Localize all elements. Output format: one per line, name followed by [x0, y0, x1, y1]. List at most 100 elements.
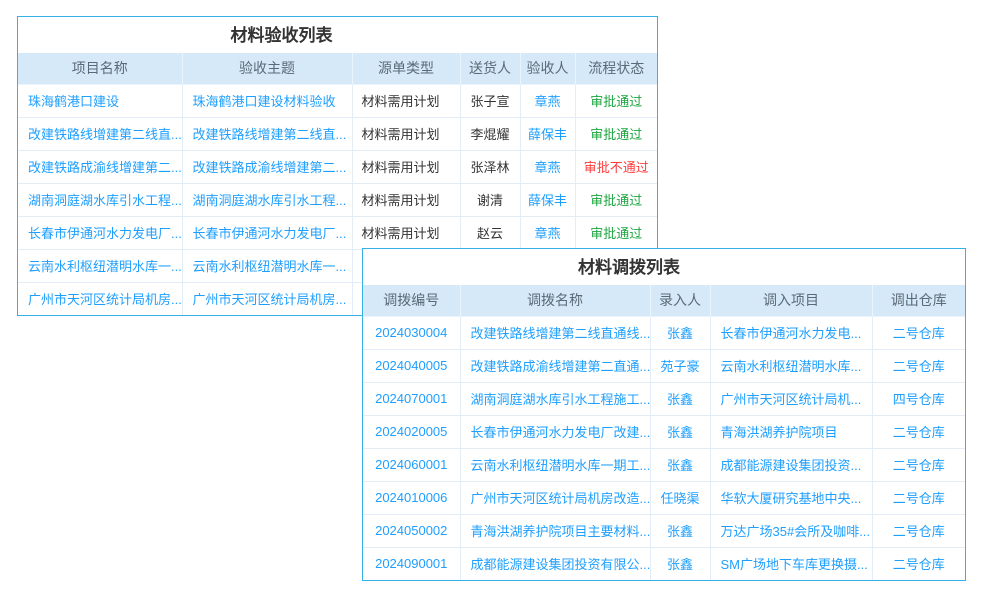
cell-source-order-type: 材料需用计划	[352, 117, 460, 150]
cell-transfer-number[interactable]: 2024090001	[363, 547, 460, 580]
cell-in-project[interactable]: 青海洪湖养护院项目	[710, 415, 872, 448]
cell-source-order-type: 材料需用计划	[352, 216, 460, 249]
cell-deliverer: 张子宣	[460, 84, 520, 117]
cell-acceptance-subject[interactable]: 改建铁路线增建第二线直...	[182, 117, 352, 150]
table-row[interactable]: 珠海鹤港口建设珠海鹤港口建设材料验收材料需用计划张子宣章燕审批通过	[18, 84, 657, 117]
cell-acceptor[interactable]: 章燕	[520, 216, 575, 249]
table-row[interactable]: 改建铁路线增建第二线直...改建铁路线增建第二线直...材料需用计划李焜耀薛保丰…	[18, 117, 657, 150]
cell-out-warehouse[interactable]: 二号仓库	[872, 415, 965, 448]
cell-project-name[interactable]: 珠海鹤港口建设	[18, 84, 182, 117]
table-row[interactable]: 2024010006广州市天河区统计局机房改造...任晓渠华软大厦研究基地中央.…	[363, 481, 965, 514]
cell-acceptor[interactable]: 章燕	[520, 150, 575, 183]
transfer-column-header: 调入项目	[710, 285, 872, 316]
cell-acceptance-subject[interactable]: 改建铁路成渝线增建第二...	[182, 150, 352, 183]
cell-transfer-number[interactable]: 2024010006	[363, 481, 460, 514]
cell-acceptor[interactable]: 章燕	[520, 84, 575, 117]
cell-in-project[interactable]: 广州市天河区统计局机...	[710, 382, 872, 415]
cell-transfer-number[interactable]: 2024040005	[363, 349, 460, 382]
cell-out-warehouse[interactable]: 四号仓库	[872, 382, 965, 415]
table-row[interactable]: 2024060001云南水利枢纽潜明水库一期工...张鑫成都能源建设集团投资..…	[363, 448, 965, 481]
cell-entry-person[interactable]: 张鑫	[650, 547, 710, 580]
cell-entry-person[interactable]: 张鑫	[650, 448, 710, 481]
cell-transfer-name[interactable]: 云南水利枢纽潜明水库一期工...	[460, 448, 650, 481]
cell-project-name[interactable]: 广州市天河区统计局机房...	[18, 282, 182, 315]
transfer-header-row: 调拨编号调拨名称录入人调入项目调出仓库	[363, 285, 965, 316]
cell-project-name[interactable]: 云南水利枢纽潜明水库一...	[18, 249, 182, 282]
cell-in-project[interactable]: SM广场地下车库更换摄...	[710, 547, 872, 580]
acceptance-column-header: 源单类型	[352, 53, 460, 84]
cell-project-name[interactable]: 改建铁路线增建第二线直...	[18, 117, 182, 150]
cell-transfer-name[interactable]: 湖南洞庭湖水库引水工程施工...	[460, 382, 650, 415]
cell-entry-person[interactable]: 张鑫	[650, 415, 710, 448]
acceptance-header-row: 项目名称验收主题源单类型送货人验收人流程状态	[18, 53, 657, 84]
cell-transfer-number[interactable]: 2024020005	[363, 415, 460, 448]
cell-transfer-number[interactable]: 2024050002	[363, 514, 460, 547]
acceptance-column-header: 验收主题	[182, 53, 352, 84]
cell-in-project[interactable]: 云南水利枢纽潜明水库...	[710, 349, 872, 382]
table-row[interactable]: 湖南洞庭湖水库引水工程...湖南洞庭湖水库引水工程...材料需用计划谢清薛保丰审…	[18, 183, 657, 216]
cell-project-name[interactable]: 长春市伊通河水力发电厂...	[18, 216, 182, 249]
acceptance-column-header: 项目名称	[18, 53, 182, 84]
acceptance-column-header: 验收人	[520, 53, 575, 84]
table-row[interactable]: 2024070001湖南洞庭湖水库引水工程施工...张鑫广州市天河区统计局机..…	[363, 382, 965, 415]
cell-deliverer: 张泽林	[460, 150, 520, 183]
cell-transfer-number[interactable]: 2024070001	[363, 382, 460, 415]
cell-in-project[interactable]: 成都能源建设集团投资...	[710, 448, 872, 481]
cell-entry-person[interactable]: 张鑫	[650, 514, 710, 547]
cell-acceptor[interactable]: 薛保丰	[520, 183, 575, 216]
cell-out-warehouse[interactable]: 二号仓库	[872, 316, 965, 349]
acceptance-column-header: 流程状态	[575, 53, 657, 84]
cell-out-warehouse[interactable]: 二号仓库	[872, 349, 965, 382]
cell-source-order-type: 材料需用计划	[352, 183, 460, 216]
cell-entry-person[interactable]: 张鑫	[650, 382, 710, 415]
cell-transfer-name[interactable]: 广州市天河区统计局机房改造...	[460, 481, 650, 514]
cell-acceptance-subject[interactable]: 云南水利枢纽潜明水库一...	[182, 249, 352, 282]
cell-out-warehouse[interactable]: 二号仓库	[872, 547, 965, 580]
table-row[interactable]: 2024030004改建铁路线增建第二线直通线...张鑫长春市伊通河水力发电..…	[363, 316, 965, 349]
cell-in-project[interactable]: 万达广场35#会所及咖啡...	[710, 514, 872, 547]
cell-transfer-name[interactable]: 改建铁路成渝线增建第二直通...	[460, 349, 650, 382]
cell-project-name[interactable]: 湖南洞庭湖水库引水工程...	[18, 183, 182, 216]
transfer-column-header: 调出仓库	[872, 285, 965, 316]
cell-deliverer: 李焜耀	[460, 117, 520, 150]
table-row[interactable]: 改建铁路成渝线增建第二...改建铁路成渝线增建第二...材料需用计划张泽林章燕审…	[18, 150, 657, 183]
cell-flow-status: 审批通过	[575, 216, 657, 249]
cell-out-warehouse[interactable]: 二号仓库	[872, 514, 965, 547]
table-row[interactable]: 2024090001成都能源建设集团投资有限公...张鑫SM广场地下车库更换摄.…	[363, 547, 965, 580]
acceptance-column-header: 送货人	[460, 53, 520, 84]
cell-source-order-type: 材料需用计划	[352, 150, 460, 183]
cell-source-order-type: 材料需用计划	[352, 84, 460, 117]
table-row[interactable]: 2024050002青海洪湖养护院项目主要材料...张鑫万达广场35#会所及咖啡…	[363, 514, 965, 547]
cell-entry-person[interactable]: 苑子豪	[650, 349, 710, 382]
cell-entry-person[interactable]: 张鑫	[650, 316, 710, 349]
cell-acceptance-subject[interactable]: 长春市伊通河水力发电厂...	[182, 216, 352, 249]
cell-in-project[interactable]: 长春市伊通河水力发电...	[710, 316, 872, 349]
cell-acceptance-subject[interactable]: 湖南洞庭湖水库引水工程...	[182, 183, 352, 216]
table-row[interactable]: 2024040005改建铁路成渝线增建第二直通...苑子豪云南水利枢纽潜明水库.…	[363, 349, 965, 382]
cell-flow-status: 审批通过	[575, 117, 657, 150]
cell-transfer-number[interactable]: 2024030004	[363, 316, 460, 349]
cell-acceptance-subject[interactable]: 广州市天河区统计局机房...	[182, 282, 352, 315]
transfer-list-title: 材料调拨列表	[363, 249, 965, 285]
cell-in-project[interactable]: 华软大厦研究基地中央...	[710, 481, 872, 514]
cell-project-name[interactable]: 改建铁路成渝线增建第二...	[18, 150, 182, 183]
cell-flow-status: 审批通过	[575, 183, 657, 216]
cell-transfer-name[interactable]: 成都能源建设集团投资有限公...	[460, 547, 650, 580]
transfer-table: 调拨编号调拨名称录入人调入项目调出仓库 2024030004改建铁路线增建第二线…	[363, 285, 965, 580]
transfer-column-header: 调拨编号	[363, 285, 460, 316]
table-row[interactable]: 2024020005长春市伊通河水力发电厂改建...张鑫青海洪湖养护院项目二号仓…	[363, 415, 965, 448]
cell-acceptance-subject[interactable]: 珠海鹤港口建设材料验收	[182, 84, 352, 117]
transfer-column-header: 调拨名称	[460, 285, 650, 316]
cell-transfer-name[interactable]: 长春市伊通河水力发电厂改建...	[460, 415, 650, 448]
cell-transfer-name[interactable]: 改建铁路线增建第二线直通线...	[460, 316, 650, 349]
table-row[interactable]: 长春市伊通河水力发电厂...长春市伊通河水力发电厂...材料需用计划赵云章燕审批…	[18, 216, 657, 249]
cell-entry-person[interactable]: 任晓渠	[650, 481, 710, 514]
cell-flow-status: 审批通过	[575, 84, 657, 117]
cell-transfer-name[interactable]: 青海洪湖养护院项目主要材料...	[460, 514, 650, 547]
cell-deliverer: 谢清	[460, 183, 520, 216]
cell-out-warehouse[interactable]: 二号仓库	[872, 448, 965, 481]
cell-acceptor[interactable]: 薛保丰	[520, 117, 575, 150]
acceptance-list-title: 材料验收列表	[18, 17, 657, 53]
cell-transfer-number[interactable]: 2024060001	[363, 448, 460, 481]
cell-out-warehouse[interactable]: 二号仓库	[872, 481, 965, 514]
